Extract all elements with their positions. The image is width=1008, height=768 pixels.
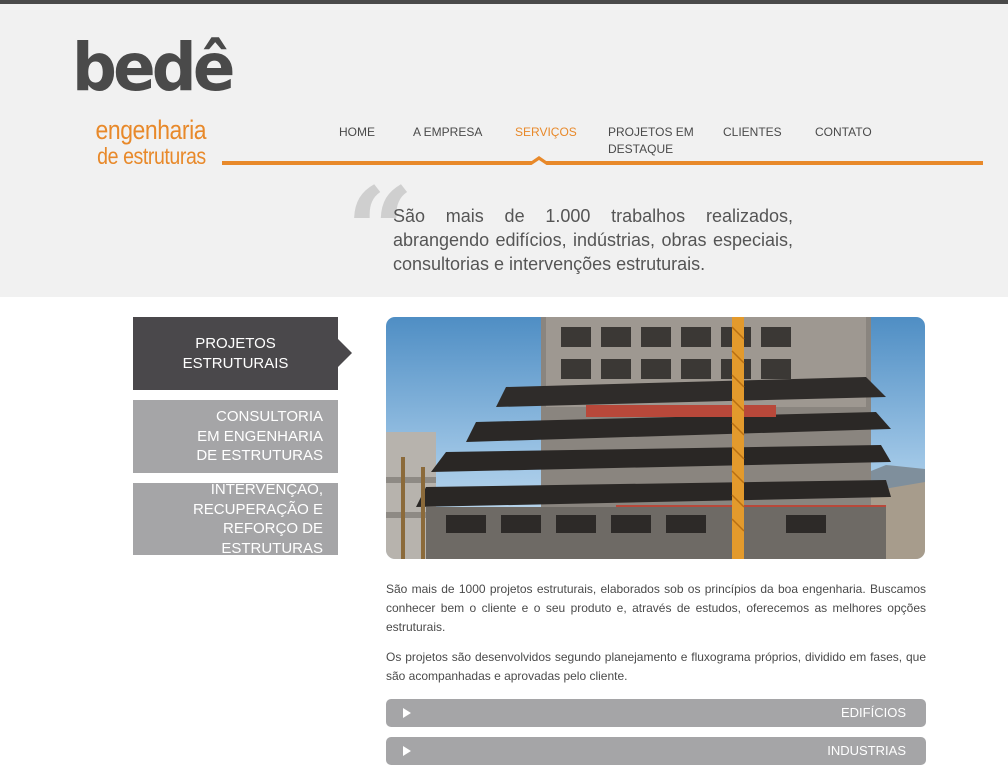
nav-item-home[interactable]: HOME — [339, 124, 375, 141]
description-paragraph-1: São mais de 1000 projetos estruturais, e… — [386, 582, 926, 634]
service-description: São mais de 1000 projetos estruturais, e… — [386, 580, 926, 697]
nav-item-a-empresa[interactable]: A EMPRESA — [413, 124, 482, 141]
logo[interactable]: bedê engenharia de estruturas — [72, 35, 235, 169]
play-icon — [403, 746, 411, 756]
construction-photo — [386, 317, 925, 559]
nav-item-servicos[interactable]: SERVIÇOS — [515, 124, 577, 141]
logo-tagline-line1: engenharia — [95, 115, 206, 145]
nav-active-indicator-inner — [530, 160, 548, 166]
accordion-industrias[interactable]: INDUSTRIAS — [386, 737, 926, 765]
side-item-label: CONSULTORIA EM ENGENHARIA DE ESTRUTURAS — [196, 408, 323, 465]
intro-quote: São mais de 1.000 trabalhos realizados, … — [393, 206, 793, 274]
accordion-label: INDUSTRIAS — [827, 743, 906, 758]
logo-wordmark: bedê — [72, 29, 235, 106]
play-icon — [403, 708, 411, 718]
logo-tagline-line2: de estruturas — [97, 143, 206, 169]
nav-item-projetos-em-destaque[interactable]: PROJETOS EM DESTAQUE — [608, 124, 698, 158]
side-item-label: PROJETOS ESTRUTURAIS — [182, 335, 289, 372]
nav-item-contato[interactable]: CONTATO — [815, 124, 872, 141]
description-paragraph-2: Os projetos são desenvolvidos segundo pl… — [386, 650, 926, 683]
accordion-edificios[interactable]: EDIFÍCIOS — [386, 699, 926, 727]
header: bedê engenharia de estruturas HOME A EMP… — [0, 4, 1008, 297]
accordion-label: EDIFÍCIOS — [840, 705, 906, 720]
active-arrow-icon — [338, 339, 352, 367]
nav-underline — [222, 161, 983, 165]
side-item-consultoria[interactable]: CONSULTORIA EM ENGENHARIA DE ESTRUTURAS — [133, 400, 338, 473]
side-item-label: INTERVENÇÃO, RECUPERAÇÃO E REFORÇO DE ES… — [192, 481, 323, 557]
nav-item-clientes[interactable]: CLIENTES — [723, 124, 782, 141]
side-item-intervencao[interactable]: INTERVENÇÃO, RECUPERAÇÃO E REFORÇO DE ES… — [133, 481, 338, 557]
side-item-projetos-estruturais[interactable]: PROJETOS ESTRUTURAIS — [133, 317, 352, 390]
